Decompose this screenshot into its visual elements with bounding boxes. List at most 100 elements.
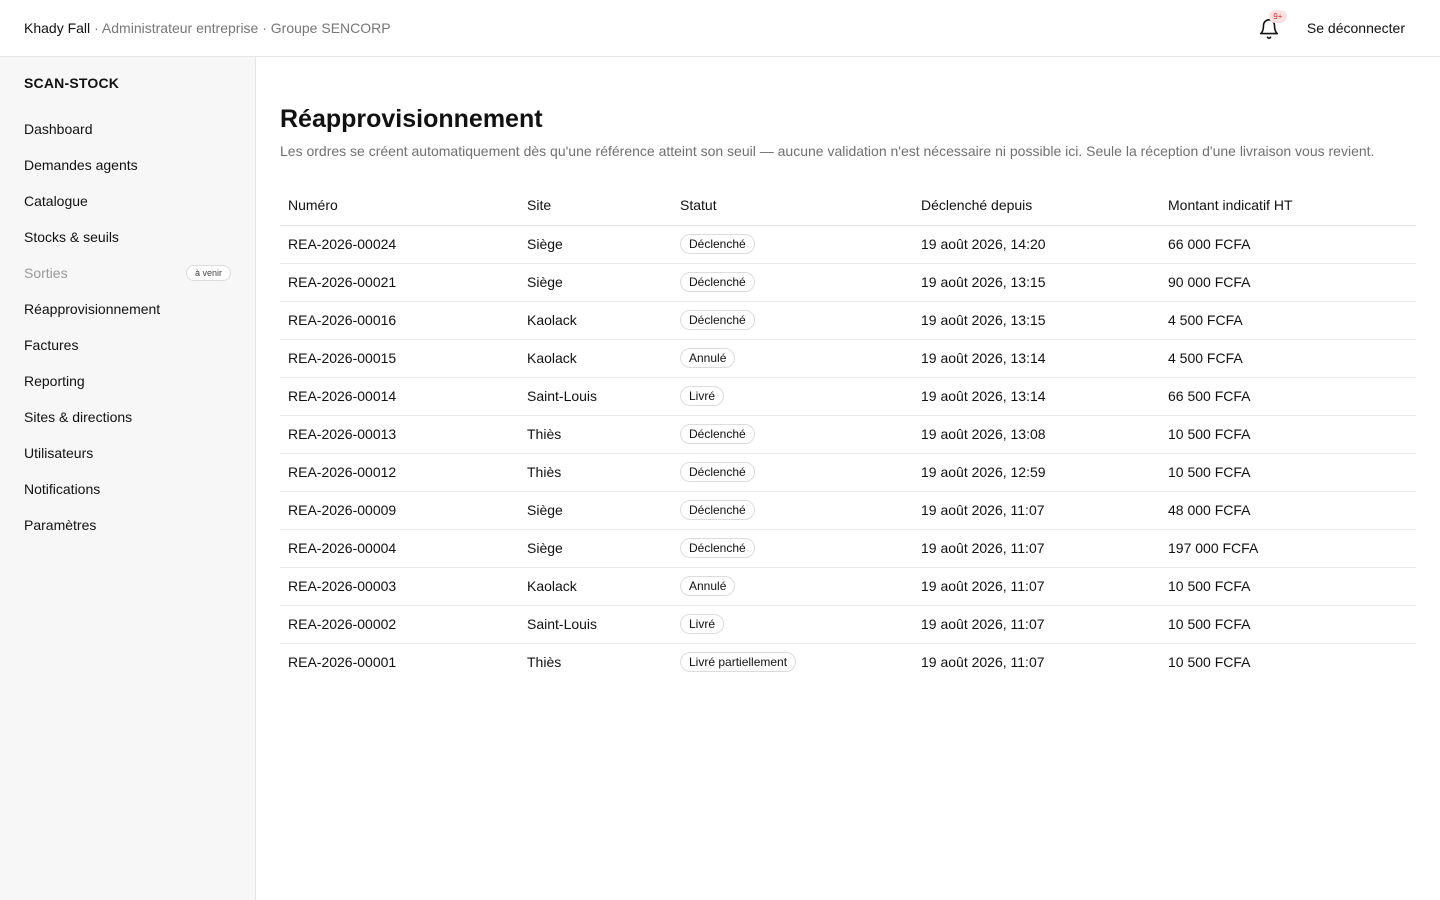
cell-montant: 10 500 FCFA xyxy=(1160,567,1416,606)
table-row[interactable]: REA-2026-00015 Kaolack Annulé 19 août 20… xyxy=(280,339,1416,378)
column-header-site: Site xyxy=(519,186,672,226)
sidebar-item-factures[interactable]: Factures xyxy=(0,327,255,363)
sidebar-item-label: Sites & directions xyxy=(24,409,133,425)
cell-date: 19 août 2026, 11:07 xyxy=(913,529,1160,568)
cell-date: 19 août 2026, 11:07 xyxy=(921,654,1045,671)
cell-date: 19 août 2026, 11:07 xyxy=(913,491,1160,530)
sidebar-item-stocks-seuils[interactable]: Stocks & seuils xyxy=(0,219,255,255)
cell-date: 19 août 2026, 12:59 xyxy=(913,453,1160,492)
sidebar-item-utilisateurs[interactable]: Utilisateurs xyxy=(0,435,255,471)
status-badge: Déclenché xyxy=(680,538,755,558)
cell-montant: 197 000 FCFA xyxy=(1160,529,1416,568)
status-badge: Déclenché xyxy=(680,424,755,444)
cell-numero: REA-2026-00009 xyxy=(280,491,519,530)
cell-statut: Déclenché xyxy=(672,415,913,454)
cell-date: 19 août 2026, 11:07 xyxy=(913,567,1160,606)
status-badge: Déclenché xyxy=(680,272,755,292)
cell-montant: 10 500 FCFA xyxy=(1160,605,1416,644)
cell-montant: 48 000 FCFA xyxy=(1160,491,1416,530)
sidebar-item-parametres[interactable]: Paramètres xyxy=(0,507,255,543)
cell-numero: REA-2026-00016 xyxy=(280,301,519,340)
sidebar-item-label: Demandes agents xyxy=(24,157,138,173)
sidebar-item-demandes-agents[interactable]: Demandes agents xyxy=(0,147,255,183)
sidebar-item-notifications[interactable]: Notifications xyxy=(0,471,255,507)
table-row[interactable]: REA-2026-00013 Thiès Déclenché 19 août 2… xyxy=(280,415,1416,454)
cell-montant: 10 500 FCFA xyxy=(1160,453,1416,492)
status-badge: Déclenché xyxy=(680,310,755,330)
sidebar-item-label: Utilisateurs xyxy=(24,445,94,461)
sidebar-item-label: Paramètres xyxy=(24,517,97,533)
cell-numero: REA-2026-00015 xyxy=(280,339,519,378)
cell-numero: REA-2026-00014 xyxy=(280,377,519,416)
cell-site: Saint-Louis xyxy=(519,605,672,644)
cell-site: Thiès xyxy=(519,453,672,492)
cell-montant: 90 000 FCFA xyxy=(1160,263,1416,302)
table-row[interactable]: REA-2026-00001 Thiès Livré partiellement… xyxy=(280,643,1416,681)
status-badge: Livré partiellement xyxy=(680,652,797,673)
logout-button[interactable]: Se déconnecter xyxy=(1307,20,1405,36)
table-row[interactable]: REA-2026-00016 Kaolack Déclenché 19 août… xyxy=(280,301,1416,340)
cell-statut: Annulé xyxy=(672,339,913,378)
status-badge: Livré xyxy=(680,614,725,634)
table-row[interactable]: REA-2026-00002 Saint-Louis Livré 19 août… xyxy=(280,605,1416,644)
page-description: Les ordres se créent automatiquement dès… xyxy=(280,143,1375,159)
status-badge: Déclenché xyxy=(680,234,755,254)
cell-site: Thiès xyxy=(519,415,672,454)
table-row[interactable]: REA-2026-00009 Siège Déclenché 19 août 2… xyxy=(280,491,1416,530)
table-row[interactable]: REA-2026-00024 Siège Déclenché 19 août 2… xyxy=(280,225,1416,264)
cell-site: Siège xyxy=(519,529,672,568)
table-row[interactable]: REA-2026-00012 Thiès Déclenché 19 août 2… xyxy=(280,453,1416,492)
cell-site: Kaolack xyxy=(519,339,672,378)
cell-site: Siège xyxy=(519,225,672,264)
sidebar-item-label: Stocks & seuils xyxy=(24,229,119,245)
cell-numero: REA-2026-00004 xyxy=(280,529,519,568)
cell-site: Kaolack xyxy=(519,301,672,340)
cell-date: 19 août 2026, 13:08 xyxy=(913,415,1160,454)
cell-numero: REA-2026-00002 xyxy=(280,605,519,644)
user-role-company: · Administrateur entreprise · Groupe SEN… xyxy=(94,20,391,36)
status-badge: Annulé xyxy=(680,348,736,368)
cell-statut: Déclenché xyxy=(672,225,913,264)
column-header-statut: Statut xyxy=(672,186,913,226)
cell-numero: REA-2026-00012 xyxy=(280,453,519,492)
cell-montant: 66 000 FCFA xyxy=(1160,225,1416,264)
sidebar-item-sites-directions[interactable]: Sites & directions xyxy=(0,399,255,435)
sidebar-item-sorties: Sorties à venir xyxy=(0,255,255,291)
sidebar-item-dashboard[interactable]: Dashboard xyxy=(0,111,255,147)
cell-statut: Livré partiellement xyxy=(672,643,913,681)
reapprovisionnement-table: Numéro Site Statut Déclenché depuis Mont… xyxy=(280,186,1416,681)
column-header-numero: Numéro xyxy=(280,186,519,226)
status-badge: Déclenché xyxy=(680,500,755,520)
user-name: Khady Fall xyxy=(24,20,91,36)
cell-date: 19 août 2026, 14:20 xyxy=(913,225,1160,264)
notification-count-badge: 9+ xyxy=(1268,10,1287,23)
sidebar-item-label: Factures xyxy=(24,337,79,353)
sidebar-nav: Dashboard Demandes agents Catalogue Stoc… xyxy=(0,111,255,543)
table-row[interactable]: REA-2026-00021 Siège Déclenché 19 août 2… xyxy=(280,263,1416,302)
top-bar-actions: 9+ Se déconnecter xyxy=(1257,10,1416,40)
sidebar-item-label: Catalogue xyxy=(24,193,88,209)
status-badge: Annulé xyxy=(680,576,736,596)
sidebar-item-reapprovisionnement[interactable]: Réapprovisionnement xyxy=(0,291,255,327)
table-body: REA-2026-00024 Siège Déclenché 19 août 2… xyxy=(280,225,1416,681)
cell-site: Siège xyxy=(519,263,672,302)
cell-numero: REA-2026-00021 xyxy=(280,263,519,302)
sidebar-item-label: Notifications xyxy=(24,481,101,497)
cell-date: 19 août 2026, 13:15 xyxy=(913,301,1160,340)
table-row[interactable]: REA-2026-00014 Saint-Louis Livré 19 août… xyxy=(280,377,1416,416)
sidebar-item-label: Dashboard xyxy=(24,121,93,137)
sidebar-item-label: Reporting xyxy=(24,373,85,389)
notifications-button[interactable]: 9+ xyxy=(1257,10,1287,40)
cell-date: 19 août 2026, 13:14 xyxy=(913,339,1160,378)
cell-date: 19 août 2026, 11:07 xyxy=(913,605,1160,644)
cell-numero: REA-2026-00003 xyxy=(280,567,519,606)
cell-date: 19 août 2026, 13:14 xyxy=(913,377,1160,416)
cell-site: Saint-Louis xyxy=(519,377,672,416)
table-row[interactable]: REA-2026-00003 Kaolack Annulé 19 août 20… xyxy=(280,567,1416,606)
cell-site: Siège xyxy=(519,491,672,530)
sidebar-item-reporting[interactable]: Reporting xyxy=(0,363,255,399)
sidebar-item-catalogue[interactable]: Catalogue xyxy=(0,183,255,219)
page-title: Réapprovisionnement xyxy=(280,105,543,133)
cell-montant: 4 500 FCFA xyxy=(1160,339,1416,378)
table-row[interactable]: REA-2026-00004 Siège Déclenché 19 août 2… xyxy=(280,529,1416,568)
